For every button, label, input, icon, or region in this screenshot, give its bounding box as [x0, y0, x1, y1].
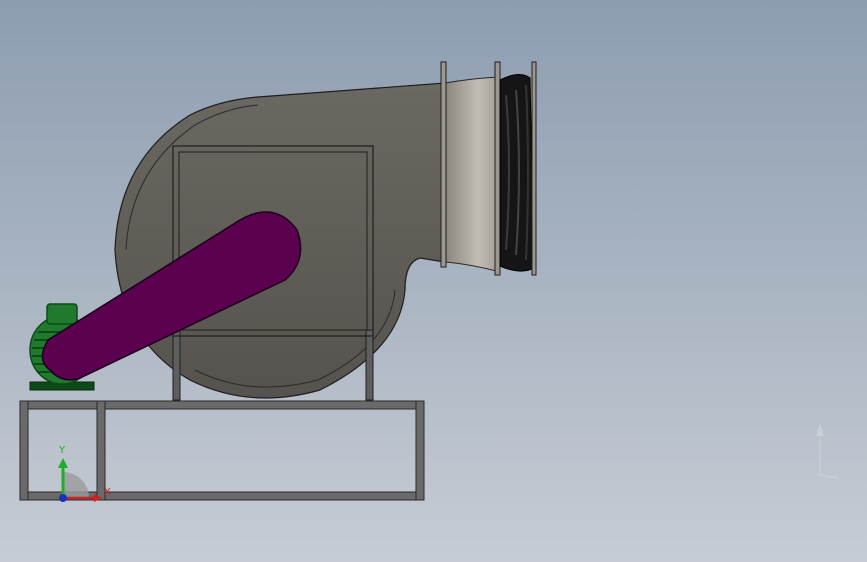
- x-axis-label: X: [104, 487, 111, 498]
- pulley[interactable]: [499, 61, 537, 276]
- inlet-duct[interactable]: [440, 61, 501, 276]
- y-axis-label: Y: [58, 445, 66, 456]
- view-triad-faint: [816, 424, 839, 479]
- cad-viewport[interactable]: Y X: [0, 0, 867, 562]
- model-scene[interactable]: Y X: [0, 0, 867, 562]
